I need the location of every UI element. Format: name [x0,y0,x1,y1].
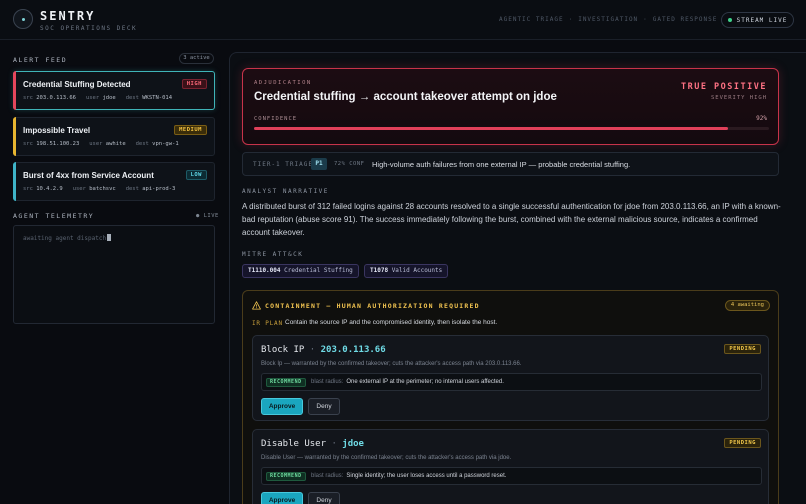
mitre-label: MITRE ATT&CK [242,251,304,258]
alert-feed-label: ALERT FEED [13,56,68,64]
severity-badge: MEDIUM [174,125,207,135]
telemetry-line: awaiting agent dispatch [23,234,112,242]
confidence-label: CONFIDENCE [254,116,298,122]
verdict-label: TRUE POSITIVE [680,82,767,92]
agent-telemetry-label: AGENT TELEMETRY [13,212,95,220]
nav-investigation[interactable]: INVESTIGATION [578,16,638,23]
recommendation-box: RECOMMEND blast radius: Single identity; … [261,467,762,485]
adjudication-title: Credential stuffing → account takeover a… [254,91,557,103]
approve-button[interactable]: Approve [261,492,303,504]
warning-icon [252,301,261,310]
action-title: Block IP · 203.0.113.66 [261,345,386,355]
containment-title: CONTAINMENT — HUMAN AUTHORIZATION REQUIR… [265,302,480,310]
ir-plan-label: IR PLAN [252,320,283,327]
triage-confidence: 72% CONF [334,161,365,167]
recommend-badge: RECOMMEND [266,378,306,387]
deny-button[interactable]: Deny [308,398,340,415]
adjudication-card: ADJUDICATION Credential stuffing → accou… [242,68,779,145]
awaiting-count-badge: 4 awaiting [724,300,770,311]
severity-bar [13,71,16,110]
action-description: Disable User — warranted by the confirme… [261,455,512,461]
adjudication-label: ADJUDICATION [254,80,312,86]
action-card-disable-user: Disable User · jdoe PENDING Disable User… [252,429,769,504]
stream-label: STREAM LIVE [736,16,788,24]
alert-meta: src 203.0.113.66 user jdoe dest WKSTN-01… [23,95,173,101]
nav-gated-response[interactable]: GATED RESPONSE [653,16,718,23]
nav-separator: · [643,16,648,23]
cursor-icon [107,234,112,241]
telemetry-console[interactable]: awaiting agent dispatch [13,225,215,324]
app-header: SENTRY SOC OPERATIONS DECK AGENTIC TRIAG… [0,0,806,40]
live-dot-icon [727,18,732,22]
alert-meta: src 10.4.2.9 user batchsvc dest api-prod… [23,186,176,192]
alert-title: Impossible Travel [23,126,91,135]
alert-card-impossible-travel[interactable]: Impossible Travel MEDIUM src 198.51.100.… [13,117,215,156]
brand-title: SENTRY [40,9,96,23]
status-badge: PENDING [724,344,761,354]
severity-bar [13,162,16,201]
severity-label: SEVERITY HIGH [710,95,767,101]
stream-live-toggle[interactable]: STREAM LIVE [721,12,794,28]
recommend-badge: RECOMMEND [266,472,306,481]
nav-separator: · [568,16,574,23]
priority-badge: P1 [311,158,327,170]
analyst-narrative-label: ANALYST NARRATIVE [242,188,329,195]
blast-radius-text: blast radius: Single identity; the user l… [311,473,507,479]
approve-button[interactable]: Approve [261,398,303,415]
tier1-triage-row: TIER-1 TRIAGE P1 72% CONF High-volume au… [242,152,779,176]
telemetry-live-tag: ● LIVE [196,213,219,219]
alert-title: Credential Stuffing Detected [23,80,131,89]
action-card-block-ip: Block IP · 203.0.113.66 PENDING Block Ip… [252,335,769,421]
action-description: Block Ip — warranted by the confirmed ta… [261,361,522,367]
alert-title: Burst of 4xx from Service Account [23,171,154,180]
confidence-value: 92% [756,115,767,122]
triage-label: TIER-1 TRIAGE [253,161,313,168]
alert-count-badge: 3 active [179,53,214,64]
alert-card-credential-stuffing[interactable]: Credential Stuffing Detected HIGH src 20… [13,71,215,110]
analyst-narrative-text: A distributed burst of 312 failed logins… [242,202,781,237]
deny-button[interactable]: Deny [308,492,340,504]
confidence-bar [254,127,769,130]
triage-summary: High-volume auth failures from one exter… [372,160,631,169]
recommendation-box: RECOMMEND blast radius: One external IP a… [261,373,762,391]
action-title: Disable User · jdoe [261,439,364,449]
nav-agentic-triage[interactable]: AGENTIC TRIAGE [499,16,564,23]
alert-card-service-account-burst[interactable]: Burst of 4xx from Service Account LOW sr… [13,162,215,201]
mitre-technique-chip[interactable]: T1078 Valid Accounts [364,264,449,278]
brand-subtitle: SOC OPERATIONS DECK [40,25,138,32]
containment-panel: CONTAINMENT — HUMAN AUTHORIZATION REQUIR… [242,290,779,504]
confidence-bar-fill [254,127,728,130]
severity-badge: HIGH [181,79,207,89]
blast-radius-text: blast radius: One external IP at the peri… [311,379,504,385]
mitre-technique-chip[interactable]: T1110.004 Credential Stuffing [242,264,359,278]
header-nav: AGENTIC TRIAGE · INVESTIGATION · GATED R… [499,16,717,23]
severity-badge: LOW [185,170,207,180]
severity-bar [13,117,16,156]
status-badge: PENDING [724,438,761,448]
sentry-logo-icon [13,9,33,29]
ir-plan-text: Contain the source IP and the compromise… [285,319,498,326]
alert-meta: src 198.51.100.23 user awhite dest vpn-g… [23,141,179,147]
